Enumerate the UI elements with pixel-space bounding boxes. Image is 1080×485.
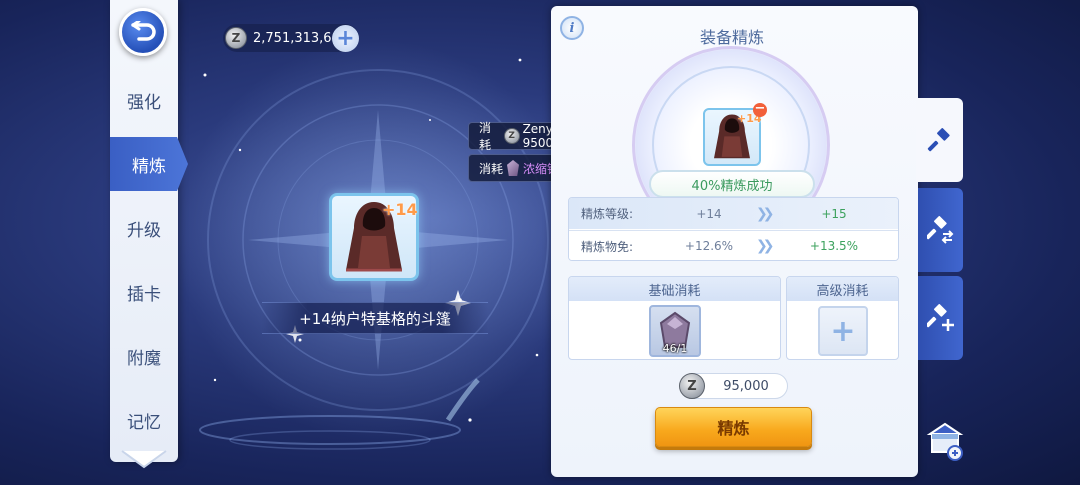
- stat-row: 精炼物免: +12.6% ❯❯ +13.5%: [569, 230, 898, 260]
- cost-prefix: 消耗: [479, 161, 504, 176]
- menu-item-enhance[interactable]: 强化: [110, 73, 178, 127]
- stat-new-value: +15: [821, 206, 847, 221]
- refine-target-slot[interactable]: +14: [703, 108, 762, 166]
- menu-item-upgrade[interactable]: 升级: [110, 201, 178, 255]
- stat-new-value: +13.5%: [809, 239, 859, 253]
- zeny-cost: Z 95,000: [679, 373, 788, 399]
- double-arrow-icon: ❯❯: [756, 238, 775, 254]
- success-rate: 40%精炼成功: [649, 170, 815, 198]
- zeny-coin-icon: Z: [225, 27, 247, 49]
- hammer-plus-icon: [926, 304, 954, 331]
- tab-refine[interactable]: [916, 98, 963, 182]
- stat-row: 精炼等级: +14 ❯❯ +15: [569, 198, 898, 229]
- zeny-coin-icon: Z: [503, 128, 520, 144]
- double-arrow-icon: ❯❯: [756, 205, 775, 222]
- refine-level-badge: +14: [382, 200, 418, 219]
- hammer-swap-icon: [926, 216, 953, 244]
- basic-cost-box: 基础消耗 46/1: [568, 276, 781, 360]
- info-button[interactable]: i: [560, 16, 584, 40]
- stat-label: 精炼等级:: [581, 207, 634, 221]
- shop-icon: [926, 422, 964, 461]
- tab-transfer[interactable]: [918, 188, 963, 272]
- refine-stats-table: 精炼等级: +14 ❯❯ +15 精炼物免: +12.6% ❯❯ +13.5%: [568, 197, 899, 261]
- shop-button[interactable]: [922, 418, 968, 464]
- cost-prefix: 消耗: [479, 121, 492, 152]
- add-advanced-material-button[interactable]: +: [818, 306, 868, 356]
- add-zeny-button[interactable]: +: [332, 25, 359, 52]
- back-arrow-icon: [131, 21, 156, 41]
- back-button[interactable]: [119, 8, 167, 56]
- material-slot[interactable]: 46/1: [649, 305, 701, 357]
- basic-cost-title: 基础消耗: [569, 277, 780, 301]
- refine-button[interactable]: 精炼: [655, 407, 812, 447]
- selected-equipment-slot[interactable]: +14: [329, 193, 419, 281]
- stat-old-value: +14: [696, 206, 722, 221]
- advanced-cost-box: 高级消耗 +: [786, 276, 899, 360]
- menu-item-memory[interactable]: 记忆: [110, 393, 178, 447]
- menu-item-refine[interactable]: 精炼: [110, 137, 188, 191]
- zeny-coin-icon: Z: [679, 373, 705, 399]
- game-screen: 强化 精炼 升级 插卡 附魔 记忆 Z 2,751,313,608 + 消耗 Z…: [0, 0, 1080, 485]
- stat-label: 精炼物免:: [581, 239, 634, 254]
- tab-advanced-refine[interactable]: [918, 276, 963, 360]
- panel-title: 装备精炼: [699, 28, 764, 47]
- menu-item-enchant[interactable]: 附魔: [110, 329, 178, 383]
- remove-item-button[interactable]: −: [753, 102, 767, 117]
- item-name: +14纳户特基格的斗篷: [262, 302, 488, 334]
- material-count: 46/1: [662, 342, 688, 355]
- chevron-down-icon: [121, 450, 167, 469]
- advanced-cost-title: 高级消耗: [787, 277, 898, 301]
- menu-scroll-down[interactable]: [118, 446, 170, 474]
- menu-item-card[interactable]: 插卡: [110, 265, 178, 319]
- stat-old-value: +12.6%: [684, 239, 734, 253]
- zeny-cost-value: 95,000: [723, 378, 769, 394]
- ore-icon: [507, 160, 520, 176]
- hammer-icon: [927, 128, 950, 152]
